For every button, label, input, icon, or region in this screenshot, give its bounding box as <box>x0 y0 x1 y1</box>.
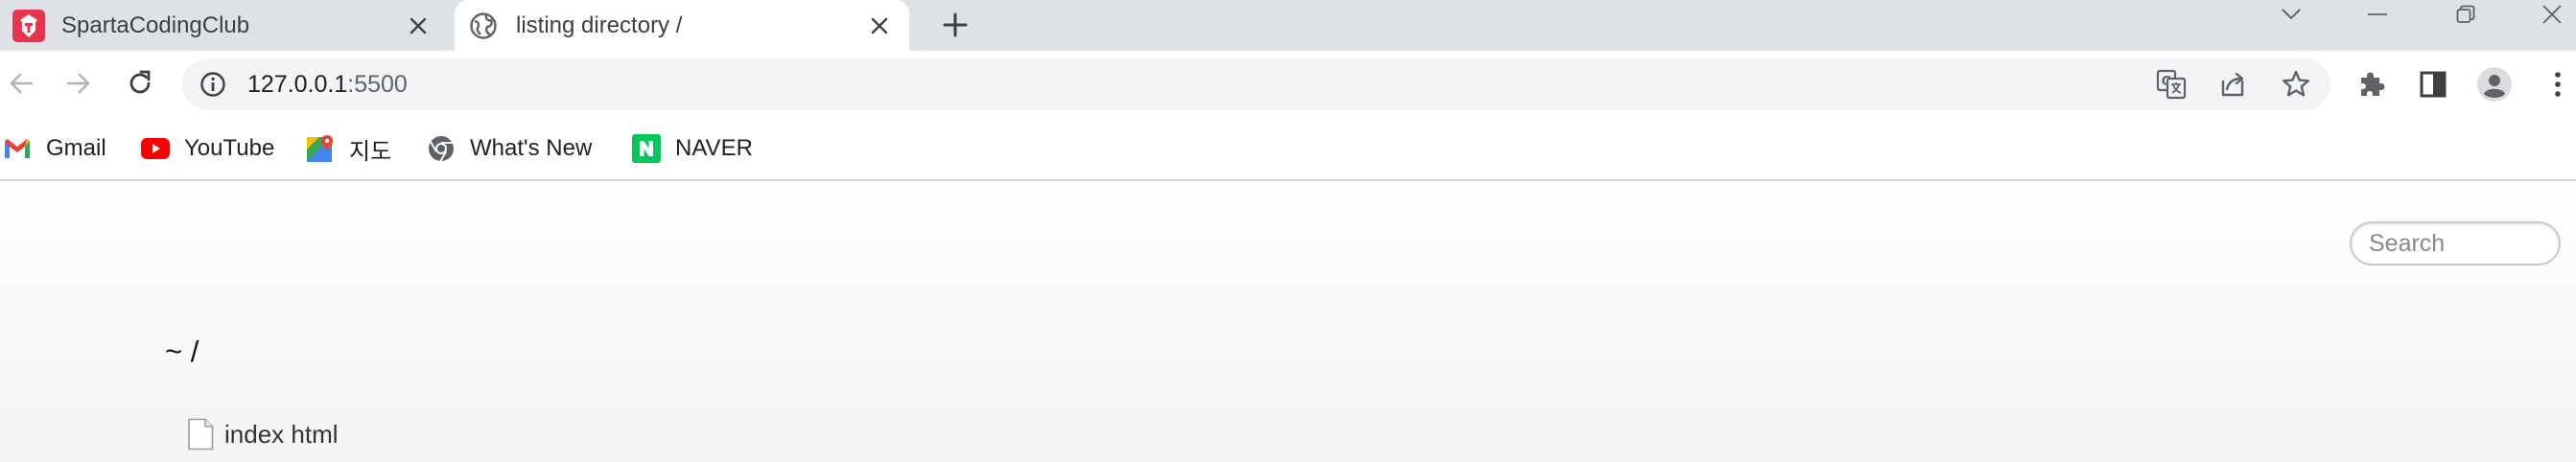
side-panel-icon[interactable] <box>2413 64 2453 104</box>
file-icon <box>186 417 215 451</box>
file-list: index html <box>186 415 339 453</box>
tab-spartacodingclub[interactable]: SpartaCodingClub <box>0 0 448 51</box>
tab-title: SpartaCodingClub <box>61 12 250 38</box>
plus-icon <box>943 12 968 37</box>
close-icon[interactable] <box>402 10 434 42</box>
globe-icon <box>466 9 501 43</box>
tab-title: listing directory / <box>516 12 683 38</box>
minimize-button[interactable] <box>2355 0 2400 29</box>
browser-toolbar: 127.0.0.1:5500 G <box>0 51 2576 118</box>
back-button[interactable] <box>0 62 42 104</box>
bookmark-gmail[interactable]: Gmail <box>2 129 106 168</box>
page-title: ~ / <box>165 335 199 368</box>
tab-listing-directory[interactable]: listing directory / <box>455 0 909 51</box>
menu-kebab-icon[interactable] <box>2538 64 2576 104</box>
reload-button[interactable] <box>119 62 161 104</box>
restore-icon <box>2456 5 2475 23</box>
translate-icon[interactable]: G <box>2152 67 2190 102</box>
url-text[interactable]: 127.0.0.1:5500 <box>247 70 408 99</box>
restore-button[interactable] <box>2444 0 2488 29</box>
window-close-button[interactable] <box>2530 0 2574 29</box>
arrow-right-icon <box>66 73 90 94</box>
bookmark-label: YouTube <box>184 135 275 161</box>
bookmarks-bar: Gmail YouTube 지도 What's New NAVER <box>0 118 2576 181</box>
bookmark-label: What's New <box>470 135 593 161</box>
close-icon <box>2542 5 2562 24</box>
youtube-icon <box>140 133 171 164</box>
arrow-left-icon <box>10 73 34 94</box>
bookmark-label: Gmail <box>46 135 106 161</box>
list-item[interactable]: index html <box>186 415 339 453</box>
bookmark-label: NAVER <box>675 135 753 161</box>
share-icon[interactable] <box>2213 67 2252 102</box>
naver-icon <box>631 133 662 164</box>
address-bar[interactable]: 127.0.0.1:5500 G <box>182 58 2330 110</box>
file-link[interactable]: index html <box>224 420 339 450</box>
forward-button[interactable] <box>58 62 100 104</box>
bookmark-label: 지도 <box>349 138 392 165</box>
bookmark-naver[interactable]: NAVER <box>631 129 753 168</box>
new-tab-button[interactable] <box>934 4 976 46</box>
extensions-icon[interactable] <box>2352 64 2392 104</box>
url-port: :5500 <box>347 71 408 98</box>
gmail-icon <box>2 133 33 164</box>
chevron-down-icon <box>2282 9 2301 20</box>
tab-strip: SpartaCodingClub listing directory / <box>0 0 2576 51</box>
url-host: 127.0.0.1 <box>247 71 348 98</box>
profile-avatar-icon[interactable] <box>2474 64 2515 104</box>
tab-search-button[interactable] <box>2269 0 2313 29</box>
bookmark-star-icon[interactable] <box>2277 67 2315 102</box>
bookmark-maps[interactable]: 지도 <box>305 129 391 168</box>
search-input[interactable] <box>2350 221 2561 266</box>
close-icon[interactable] <box>863 10 896 42</box>
minimize-icon <box>2368 13 2387 15</box>
site-info-icon[interactable] <box>196 67 230 102</box>
bookmark-whats-new[interactable]: What's New <box>426 129 592 168</box>
reload-icon <box>129 70 151 94</box>
chrome-icon <box>426 133 457 164</box>
bookmark-youtube[interactable]: YouTube <box>140 129 274 168</box>
sparta-icon <box>12 9 46 43</box>
directory-listing-page: ~ / index html <box>0 181 2576 462</box>
maps-icon <box>305 133 336 164</box>
